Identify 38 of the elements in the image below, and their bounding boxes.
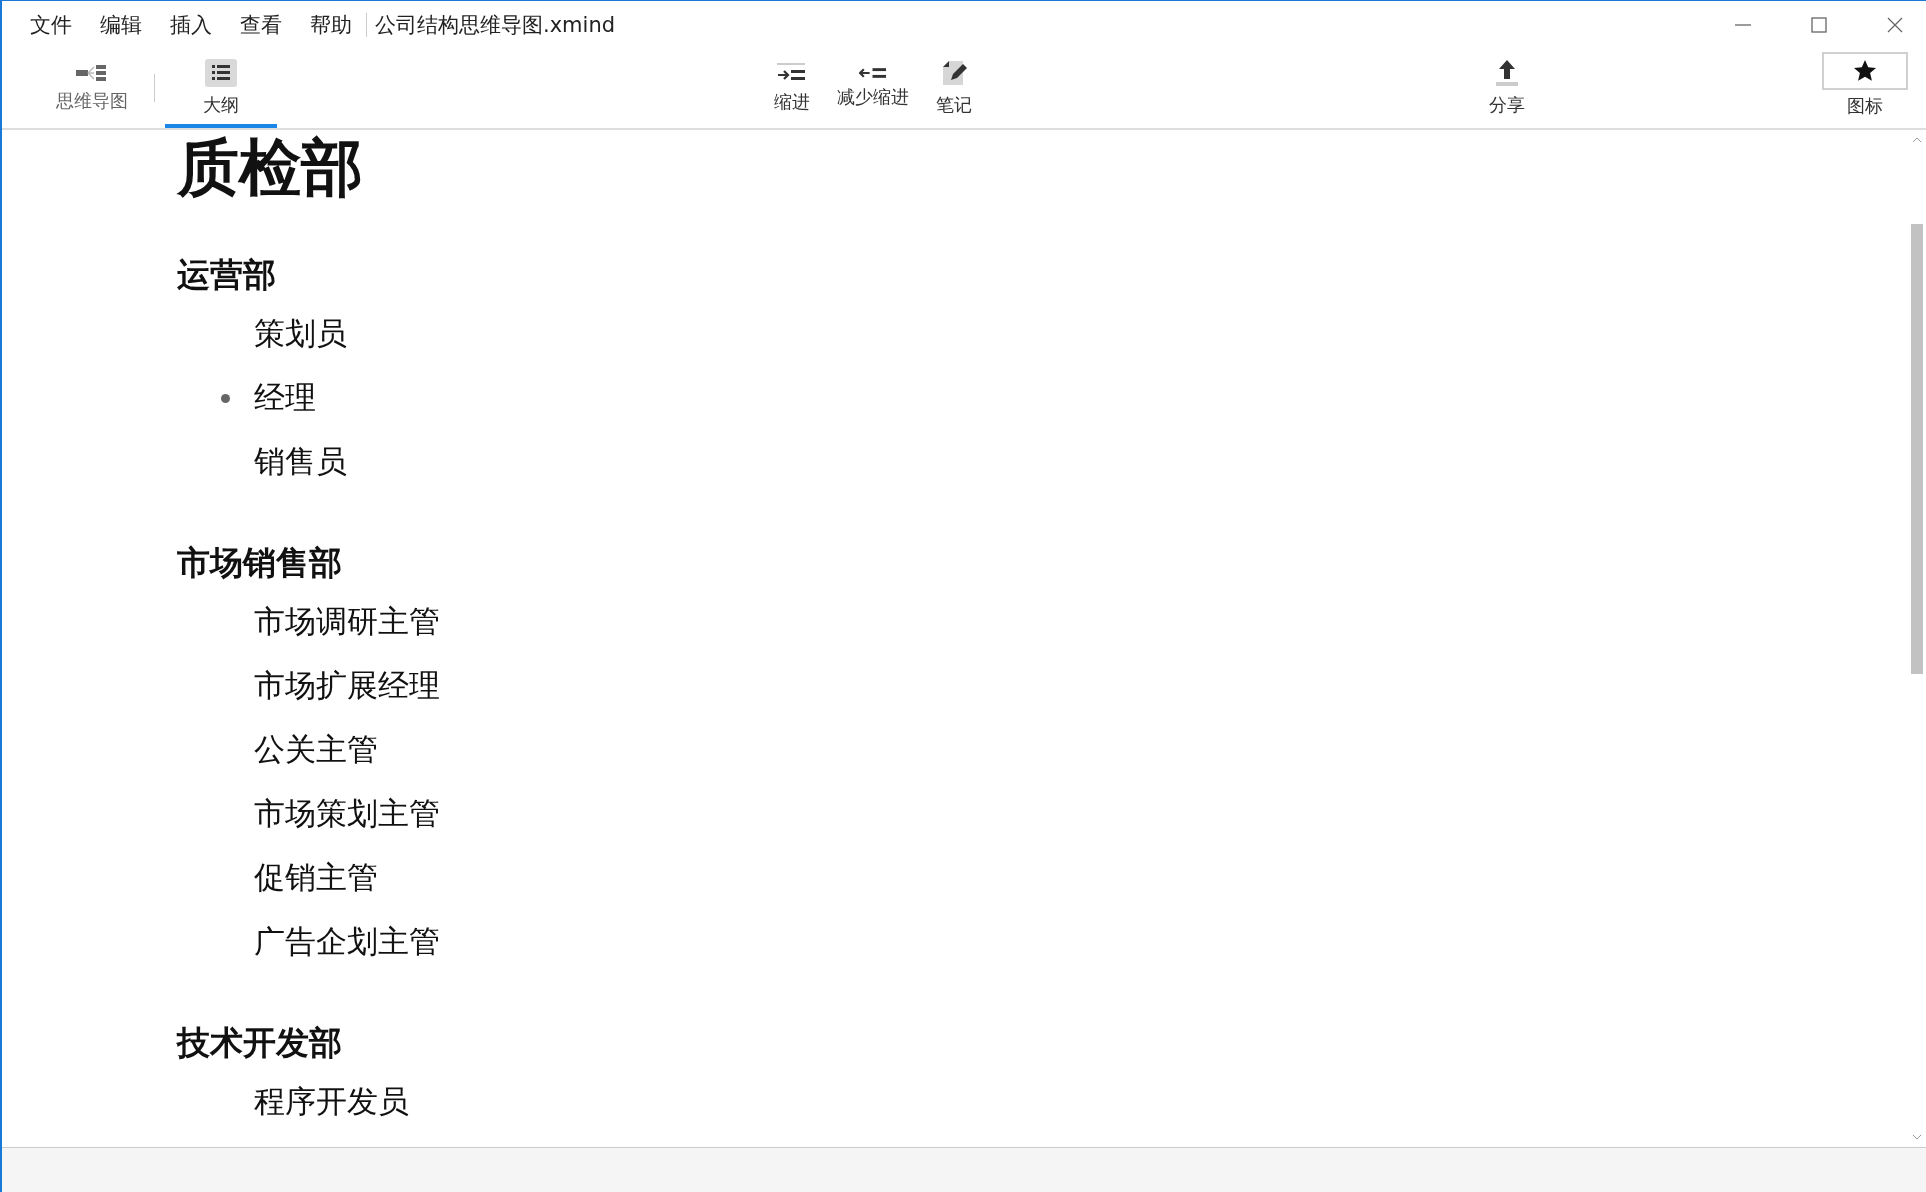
outline-topic[interactable]: 市场销售部 xyxy=(177,536,1908,590)
menu-item[interactable]: 插入 xyxy=(170,10,212,39)
scroll-up-icon[interactable] xyxy=(1912,136,1922,144)
outline-topic[interactable]: 技术开发部 xyxy=(177,1016,1908,1070)
outline-subtopic[interactable]: 公关主管 xyxy=(254,729,378,771)
share-button[interactable]: 分享 xyxy=(1472,48,1542,128)
outline-subtopic[interactable]: 销售员 xyxy=(254,441,347,483)
outline-subtopic[interactable]: 促销主管 xyxy=(254,857,378,899)
menu-item[interactable]: 文件 xyxy=(30,10,72,39)
star-icon xyxy=(1853,59,1877,83)
outdent-icon xyxy=(859,67,887,79)
scroll-down-icon[interactable] xyxy=(1912,1133,1922,1141)
bullet-dot[interactable] xyxy=(221,393,230,403)
outline-subtopic[interactable]: 市场调研主管 xyxy=(254,601,440,643)
toolbar-button[interactable]: 减少缩进 xyxy=(827,48,919,128)
toolbar-button[interactable]: 笔记 xyxy=(919,48,989,128)
outline-subtopic[interactable]: 程序开发员 xyxy=(254,1081,409,1123)
toolbar-button[interactable]: 缩进 xyxy=(757,48,827,128)
maximize-icon[interactable] xyxy=(1810,15,1828,34)
window-title: 公司结构思维导图.xmind xyxy=(375,11,616,39)
view-tab[interactable]: 思维导图 xyxy=(40,48,144,128)
upload-icon xyxy=(1494,59,1520,87)
outline-subtopic[interactable]: 策划员 xyxy=(254,313,347,355)
outline-subtopic[interactable]: 市场策划主管 xyxy=(254,793,440,835)
menu-item[interactable]: 查看 xyxy=(240,10,282,39)
menu-item[interactable]: 编辑 xyxy=(100,10,142,39)
outline-subtopic[interactable]: 市场扩展经理 xyxy=(254,665,440,707)
close-icon[interactable] xyxy=(1886,15,1904,34)
outline-subtopic[interactable]: 广告企划主管 xyxy=(254,921,440,963)
icons-label: 图标 xyxy=(1847,94,1883,118)
outline-subtopic[interactable]: 经理 xyxy=(254,377,316,419)
outline-title[interactable]: 质检部 xyxy=(177,130,1908,206)
outline-topic[interactable]: 运营部 xyxy=(177,248,1908,302)
list-icon xyxy=(205,59,237,87)
view-tab[interactable]: 大纲 xyxy=(165,48,277,128)
menu-item[interactable]: 帮助 xyxy=(310,10,352,39)
scrollbar-thumb[interactable] xyxy=(1911,224,1923,674)
icons-button[interactable] xyxy=(1822,52,1908,90)
